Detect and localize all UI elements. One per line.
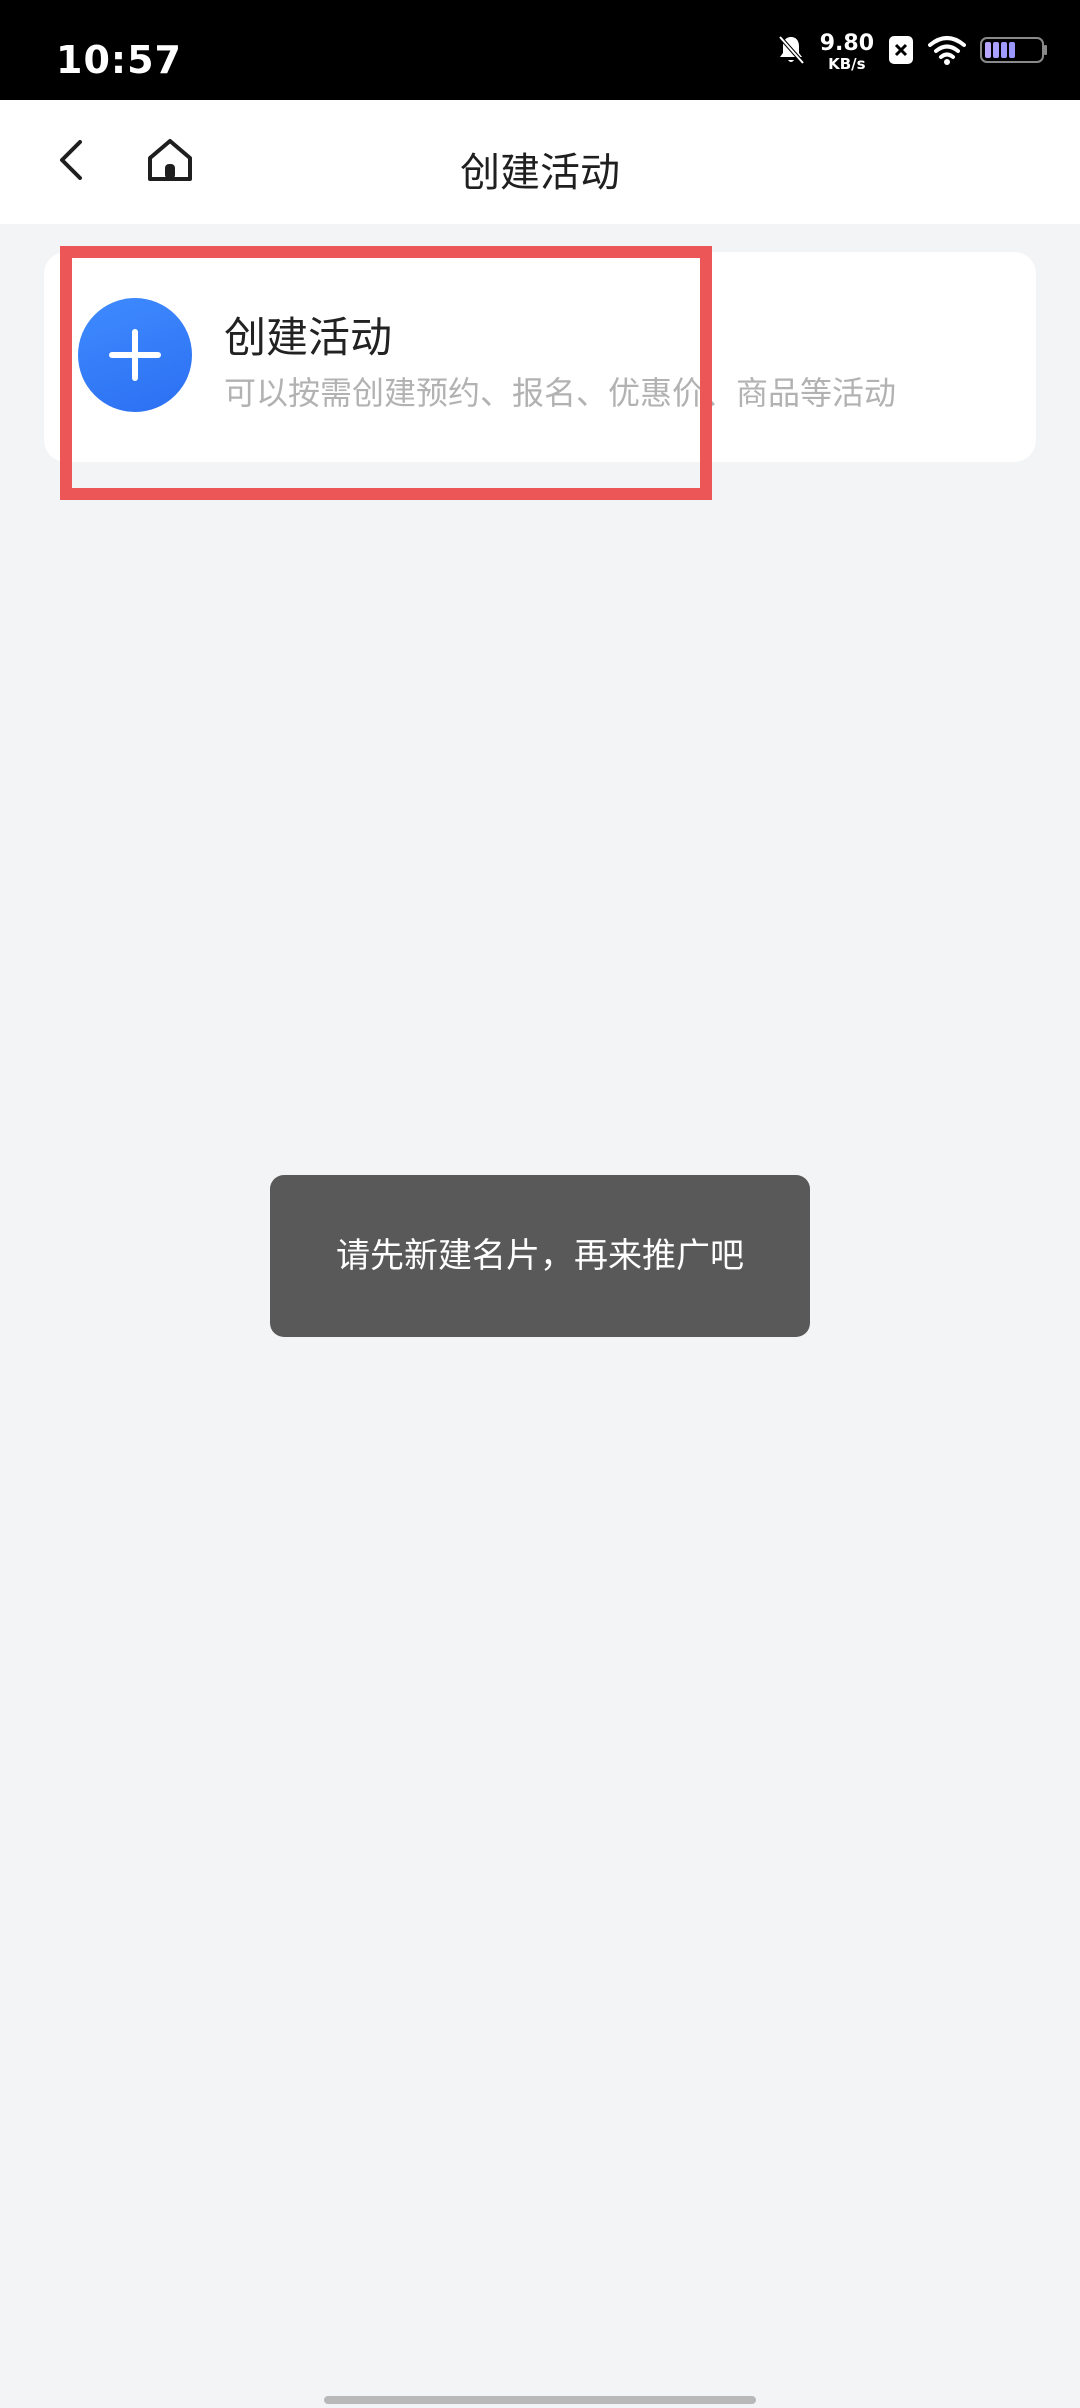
network-speed-unit: KB/s [828, 54, 866, 73]
card-description: 可以按需创建预约、报名、优惠价、商品等活动 [224, 374, 897, 412]
card-title: 创建活动 [224, 313, 393, 362]
bell-mute-icon [776, 34, 806, 70]
network-speed: 9.80 KB/s [819, 30, 874, 73]
create-activity-card[interactable]: 创建活动 可以按需创建预约、报名、优惠价、商品等活动 [44, 252, 1036, 462]
status-time: 10:57 [56, 38, 182, 82]
home-indicator[interactable] [324, 2396, 756, 2404]
network-speed-value: 9.80 [819, 30, 874, 56]
wifi-icon [928, 35, 966, 69]
app-header: 创建活动 [0, 100, 1080, 224]
page-title: 创建活动 [460, 150, 620, 196]
plus-circle-icon [78, 298, 192, 412]
status-icons: 9.80 KB/s [776, 30, 1048, 74]
battery-icon [980, 35, 1048, 69]
toast-message: 请先新建名片，再来推广吧 [336, 1236, 744, 1276]
toast: 请先新建名片，再来推广吧 [270, 1175, 810, 1337]
status-bar: 10:57 9.80 KB/s [0, 0, 1080, 100]
close-badge-icon [888, 35, 914, 69]
